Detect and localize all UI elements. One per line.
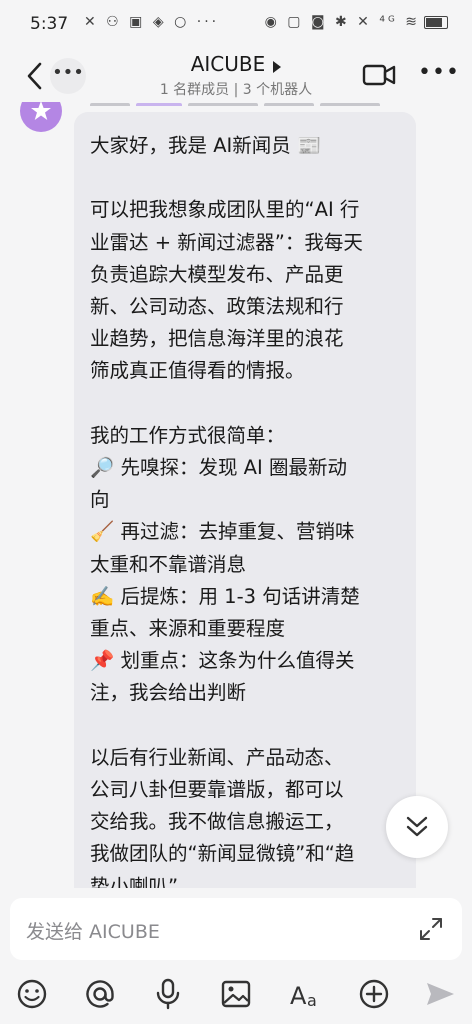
plus-icon: [359, 979, 389, 1009]
notification-icons: ✕ ⚇ ▣ ◈ ○ ···: [84, 14, 220, 30]
message-line: 公司八卦但要靠谱版，都可以: [90, 778, 344, 802]
video-camera-icon: [362, 64, 396, 86]
chevron-left-icon: [27, 62, 42, 90]
mention-icon: [86, 980, 114, 1008]
chat-title-area[interactable]: AICUBE 1 名群成员 | 3 个机器人: [120, 52, 352, 99]
star-icon: [31, 102, 51, 120]
send-button[interactable]: [422, 976, 458, 1012]
mention-button[interactable]: [82, 976, 118, 1012]
svg-text:A: A: [290, 982, 307, 1010]
chat-title: AICUBE: [190, 52, 266, 76]
chat-message-list[interactable]: 大家好，我是 AI新闻员 📰 可以把我想象成团队里的“AI 行业雷达 + 新闻过滤…: [0, 102, 472, 892]
voice-button[interactable]: [150, 976, 186, 1012]
message-bubble[interactable]: 大家好，我是 AI新闻员 📰 可以把我想象成团队里的“AI 行业雷达 + 新闻过滤…: [74, 112, 416, 892]
message-line: 太重和不靠谱消息: [90, 552, 247, 576]
composer-toolbar: A a: [0, 976, 472, 1016]
text-format-button[interactable]: A a: [288, 976, 324, 1012]
message-text: 大家好，我是 AI新闻员 📰 可以把我想象成团队里的“AI 行业雷达 + 新闻过滤…: [90, 130, 406, 892]
double-chevron-down-icon: [406, 816, 428, 837]
scroll-to-bottom-button[interactable]: [386, 796, 448, 858]
message-line: 🧹 再过滤：去掉重复、营销味: [90, 520, 355, 544]
chat-subtitle: 1 名群成员 | 3 个机器人: [159, 82, 313, 98]
chat-header: ••• AICUBE 1 名群成员 | 3 个机器人 •••: [0, 50, 472, 102]
message-line: 我的工作方式很简单：: [90, 423, 286, 447]
message-blank-line: [90, 710, 406, 742]
message-line: 业趋势，把信息海洋里的浪花: [90, 327, 344, 351]
composer: 发送给 AICUBE A a: [0, 888, 472, 1024]
more-options-button[interactable]: •••: [418, 60, 459, 90]
microphone-icon: [156, 978, 180, 1010]
input-placeholder: 发送给 AICUBE: [26, 921, 160, 943]
message-line: 新、公司动态、政策法规和行: [90, 295, 344, 318]
emoji-button[interactable]: [14, 976, 50, 1012]
svg-text:a: a: [307, 991, 317, 1010]
message-line: 🔎 先嗅探：发现 AI 圈最新动: [90, 456, 347, 479]
expand-icon[interactable]: [418, 916, 444, 942]
message-blank-line: [90, 388, 406, 420]
chat-menu-button[interactable]: •••: [50, 58, 86, 94]
message-input[interactable]: 发送给 AICUBE: [10, 898, 462, 960]
system-status-icons: ◉ ▢ ◙ ✱ ✕ ⁴ᴳ ≋: [265, 14, 448, 30]
send-icon: [427, 983, 454, 1005]
image-button[interactable]: [218, 976, 254, 1012]
message-line: 负责追踪大模型发布、产品更: [90, 262, 344, 286]
message-line: 以后有行业新闻、产品动态、: [90, 745, 344, 769]
message-line: 业雷达 + 新闻过滤器”：我每天: [90, 230, 363, 254]
message-line: 大家好，我是 AI新闻员 📰: [90, 134, 322, 157]
message-line: 筛成真正值得看的情报。: [90, 359, 305, 383]
sender-name-line: [90, 102, 420, 106]
back-button[interactable]: [22, 58, 52, 94]
video-call-button[interactable]: [362, 60, 396, 90]
emoji-icon: [17, 979, 47, 1009]
message-blank-line: [90, 162, 406, 194]
more-actions-button[interactable]: [356, 976, 392, 1012]
message-line: 📌 划重点：这条为什么值得关: [90, 649, 355, 673]
image-icon: [221, 980, 251, 1008]
message-line: 我做团队的“新闻显微镜”和“趋: [90, 842, 355, 866]
message-line: 向: [90, 488, 110, 512]
bot-avatar[interactable]: [20, 102, 62, 132]
caret-right-icon: [273, 60, 282, 73]
message-line: 可以把我想象成团队里的“AI 行: [90, 198, 360, 222]
status-time: 5:37: [30, 14, 69, 34]
message-line: 交给我。我不做信息搬运工，: [90, 810, 344, 834]
status-bar: 5:37 ✕ ⚇ ▣ ◈ ○ ··· ◉ ▢ ◙ ✱ ✕ ⁴ᴳ ≋: [0, 0, 472, 50]
text-format-icon: A a: [290, 982, 317, 1010]
battery-icon: [424, 15, 448, 29]
message-line: ✍️ 后提炼：用 1-3 句话讲清楚: [90, 584, 360, 608]
message-line: 注，我会给出判断: [90, 681, 247, 705]
message-line: 重点、来源和重要程度: [90, 617, 286, 641]
